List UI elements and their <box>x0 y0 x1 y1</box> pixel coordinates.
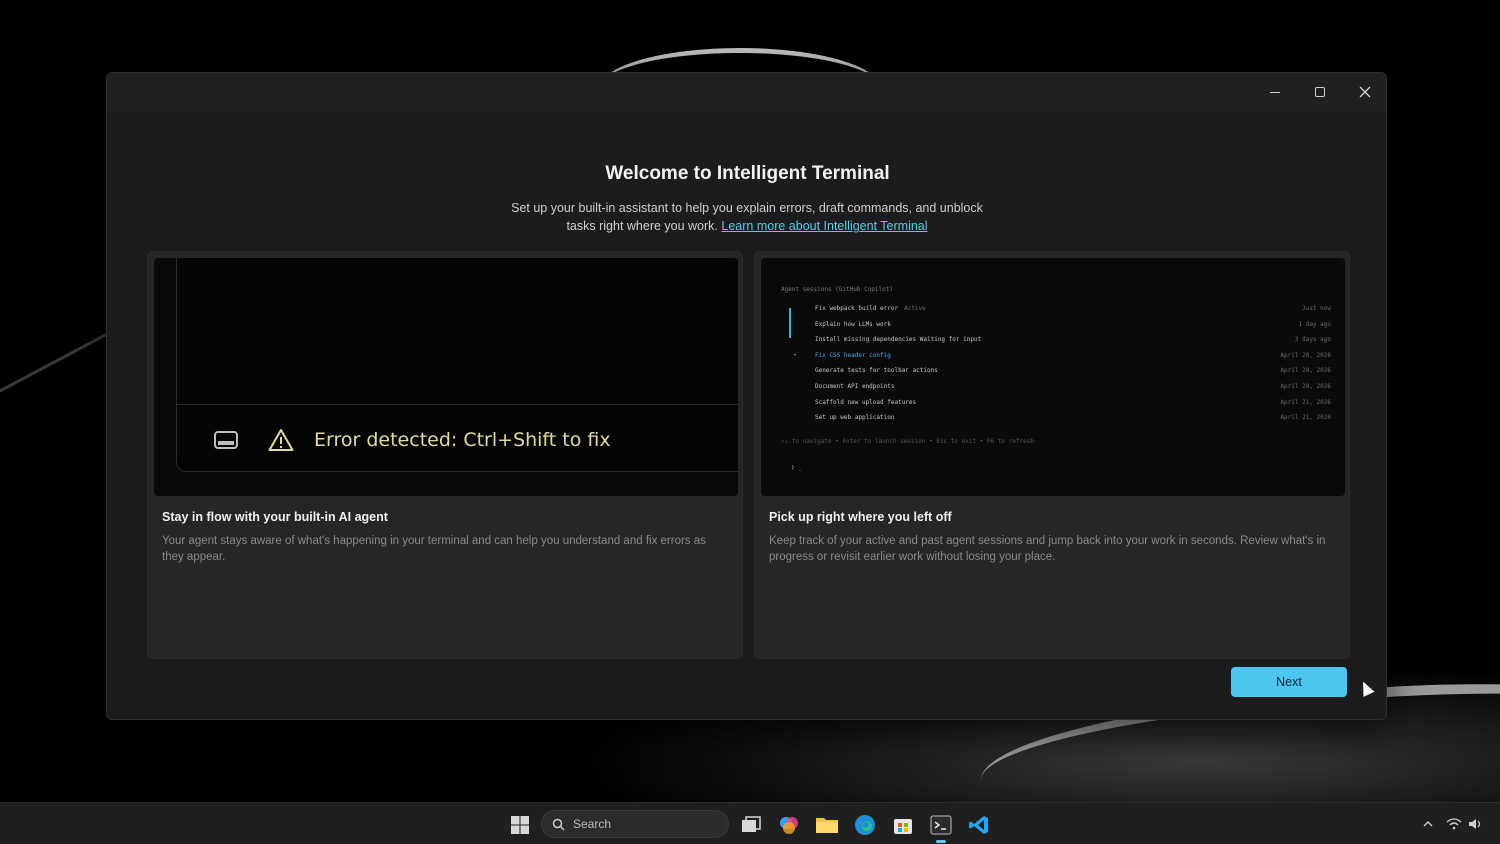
chevron-up-icon[interactable] <box>1422 819 1434 829</box>
store-icon <box>894 819 912 834</box>
session-name: Explain how LLMs work <box>815 320 891 328</box>
session-name: Scaffold new upload features <box>815 398 917 406</box>
page-subtitle: Set up your built-in assistant to help y… <box>497 199 997 235</box>
close-button[interactable] <box>1347 79 1383 105</box>
session-name: Generate tests for toolbar actions <box>815 367 938 375</box>
selected-marker-icon: • <box>793 351 797 359</box>
terminal-icon <box>930 815 952 835</box>
session-time: April 28, 2026 <box>1280 367 1331 375</box>
sessions-preview: Agent sessions (GitHub Copilot) Fix webp… <box>761 258 1345 496</box>
keyboard-icon <box>214 430 238 449</box>
ai-agent-preview: Error detected: Ctrl+Shift to fix <box>154 258 738 496</box>
system-tray <box>1422 814 1484 834</box>
vscode-icon <box>969 816 988 834</box>
session-row[interactable]: Explain how LLMs work 1 day ago <box>781 321 1331 337</box>
start-button[interactable] <box>507 812 533 838</box>
close-icon <box>1359 86 1371 98</box>
taskbar <box>0 802 1500 844</box>
store-button[interactable] <box>890 812 916 838</box>
session-name: Install missing dependencies Waiting for… <box>815 336 982 344</box>
feature-card-ai-agent: Error detected: Ctrl+Shift to fix Stay i… <box>147 251 743 659</box>
search-icon <box>552 818 565 831</box>
edge-icon <box>855 815 875 835</box>
session-name: Fix CSS header config <box>815 351 891 359</box>
folder-icon <box>816 818 838 833</box>
session-row[interactable]: Set up web application April 21, 2026 <box>781 414 1331 430</box>
maximize-icon <box>1315 87 1325 97</box>
warning-icon <box>268 428 294 452</box>
error-banner: Error detected: Ctrl+Shift to fix <box>176 404 738 474</box>
desktop-background: Welcome to Intelligent Terminal Set up y… <box>0 0 1500 802</box>
active-indicator <box>936 840 946 843</box>
windows-start-icon <box>511 816 529 834</box>
session-row[interactable]: Document API endpoints April 28, 2026 <box>781 383 1331 399</box>
file-explorer-button[interactable] <box>814 812 840 838</box>
welcome-window: Welcome to Intelligent Terminal Set up y… <box>106 72 1387 720</box>
wifi-icon[interactable] <box>1446 818 1462 830</box>
sessions-header: Agent sessions (GitHub Copilot) <box>781 286 893 293</box>
learn-more-link[interactable]: Learn more about Intelligent Terminal <box>721 219 927 233</box>
sessions-list: Agent sessions (GitHub Copilot) Fix webp… <box>781 286 1331 445</box>
session-time: April 21, 2026 <box>1280 398 1331 406</box>
session-row[interactable]: Fix webpack build error Active Just now <box>781 305 1331 321</box>
taskbar-search[interactable] <box>541 810 729 838</box>
card-title: Stay in flow with your built-in AI agent <box>162 510 388 524</box>
session-row[interactable]: • Fix CSS header config April 28, 2026 <box>781 352 1331 368</box>
volume-icon[interactable] <box>1468 818 1484 830</box>
card-title: Pick up right where you left off <box>769 510 952 524</box>
copilot-icon <box>780 817 798 834</box>
session-name: Set up web application <box>815 414 895 422</box>
session-time: April 28, 2026 <box>1280 382 1331 390</box>
card-description: Your agent stays aware of what's happeni… <box>162 535 706 563</box>
session-row[interactable]: Generate tests for toolbar actions April … <box>781 367 1331 383</box>
edge-browser-button[interactable] <box>852 812 878 838</box>
vscode-button[interactable] <box>966 812 992 838</box>
minimize-button[interactable] <box>1257 79 1293 105</box>
sessions-footer: ↑↓ to navigate • Enter to launch session… <box>781 437 1034 445</box>
session-time: April 21, 2026 <box>1280 414 1331 422</box>
next-button[interactable]: Next <box>1231 667 1347 697</box>
session-time: 1 day ago <box>1298 320 1331 328</box>
page-title: Welcome to Intelligent Terminal <box>605 163 890 184</box>
error-detected-text: Error detected: Ctrl+Shift to fix <box>314 428 611 451</box>
session-name: Fix webpack build error Active <box>815 305 926 312</box>
session-time: Just now <box>1302 305 1331 312</box>
window-titlebar[interactable] <box>107 73 1386 111</box>
feature-card-sessions: Agent sessions (GitHub Copilot) Fix webp… <box>754 251 1350 659</box>
task-view-button[interactable] <box>738 812 764 838</box>
session-row[interactable]: Install missing dependencies Waiting for… <box>781 336 1331 352</box>
session-time: April 28, 2026 <box>1280 351 1331 359</box>
card-description: Keep track of your active and past agent… <box>769 535 1326 563</box>
search-input[interactable] <box>573 817 713 831</box>
sessions-prompt: ❯ _ <box>791 464 802 471</box>
session-time: 3 days ago <box>1294 336 1331 344</box>
maximize-button[interactable] <box>1302 79 1338 105</box>
session-row[interactable]: Scaffold new upload features April 21, 20… <box>781 399 1331 415</box>
copilot-app-button[interactable] <box>776 812 802 838</box>
session-name: Document API endpoints <box>815 382 895 390</box>
terminal-app-button[interactable] <box>928 812 954 843</box>
task-view-icon <box>742 816 761 832</box>
minimize-icon <box>1270 91 1280 93</box>
session-status: Active <box>904 305 926 312</box>
